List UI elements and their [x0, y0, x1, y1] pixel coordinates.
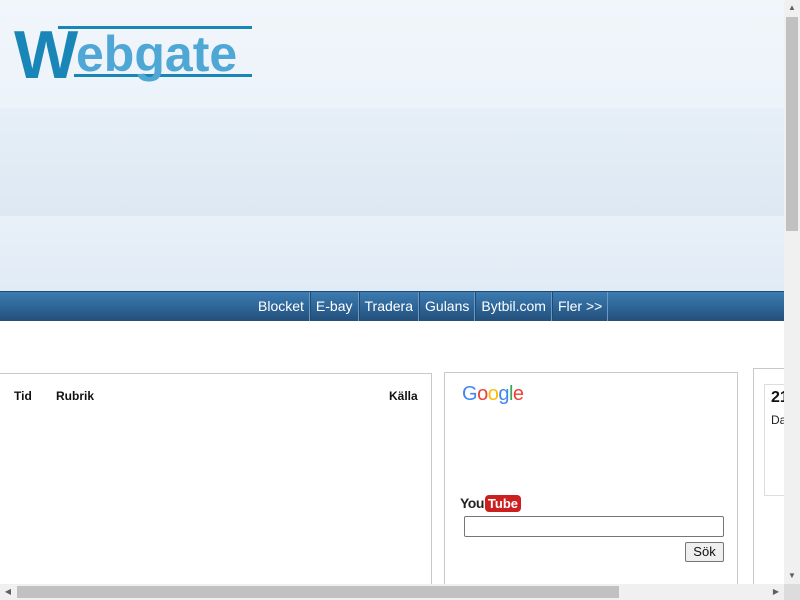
scroll-left-arrow-icon[interactable]: ◀ — [0, 584, 16, 600]
nav-link-ebay[interactable]: E-bay — [309, 292, 359, 321]
vertical-scroll-thumb[interactable] — [786, 17, 798, 231]
youtube-logo-tube: Tube — [484, 494, 521, 512]
youtube-logo[interactable]: You Tube — [460, 493, 521, 513]
column-header-source: Källa — [389, 389, 418, 403]
news-panel: Tid Rubrik Källa — [0, 373, 432, 584]
horizontal-scroll-thumb[interactable] — [17, 586, 619, 598]
google-logo-letter: o — [487, 383, 499, 405]
column-header-headline: Rubrik — [56, 389, 95, 403]
youtube-logo-you: You — [460, 495, 484, 511]
google-logo[interactable]: Google — [462, 383, 524, 406]
banner-stripe — [0, 108, 784, 216]
search-panel: Google You Tube Sök — [444, 372, 738, 584]
webgate-logo[interactable]: W ebgate — [14, 17, 254, 93]
nav-link-blocket[interactable]: Blocket — [253, 292, 310, 321]
vertical-scrollbar[interactable]: ▲ ▼ — [784, 0, 800, 584]
horizontal-scrollbar[interactable]: ◀ ▶ — [0, 584, 784, 600]
youtube-search-button[interactable]: Sök — [685, 542, 724, 562]
google-logo-letter: o — [477, 383, 488, 405]
scroll-up-arrow-icon[interactable]: ▲ — [784, 0, 800, 16]
column-header-time: Tid — [14, 389, 32, 403]
side-panel: 21 Da — [753, 368, 784, 584]
logo-letter-w: W — [14, 17, 78, 93]
banner-stripe — [0, 216, 784, 291]
google-logo-letter: G — [462, 383, 478, 405]
top-navbar: Blocket E-bay Tradera Gulans Bytbil.com … — [0, 291, 784, 321]
logo-text: ebgate — [76, 26, 238, 82]
nav-link-gulans[interactable]: Gulans — [419, 292, 476, 321]
nav-link-bytbil[interactable]: Bytbil.com — [475, 292, 552, 321]
header-banner: W ebgate — [0, 0, 784, 291]
scroll-down-arrow-icon[interactable]: ▼ — [784, 568, 800, 584]
google-logo-letter: g — [498, 383, 509, 405]
nav-link-more[interactable]: Fler >> — [551, 292, 609, 321]
page-viewport: W ebgate Blocket E-bay Tradera Gulans By… — [0, 0, 784, 584]
nav-links: Blocket E-bay Tradera Gulans Bytbil.com … — [253, 292, 609, 321]
date-number: 21 — [771, 389, 784, 406]
date-widget: 21 Da — [764, 384, 784, 496]
scrollbar-corner — [784, 584, 800, 600]
scroll-right-arrow-icon[interactable]: ▶ — [768, 584, 784, 600]
date-day-label: Da — [771, 413, 784, 427]
google-logo-letter: e — [512, 383, 524, 405]
youtube-search-input[interactable] — [464, 516, 724, 537]
nav-link-tradera[interactable]: Tradera — [358, 292, 420, 321]
